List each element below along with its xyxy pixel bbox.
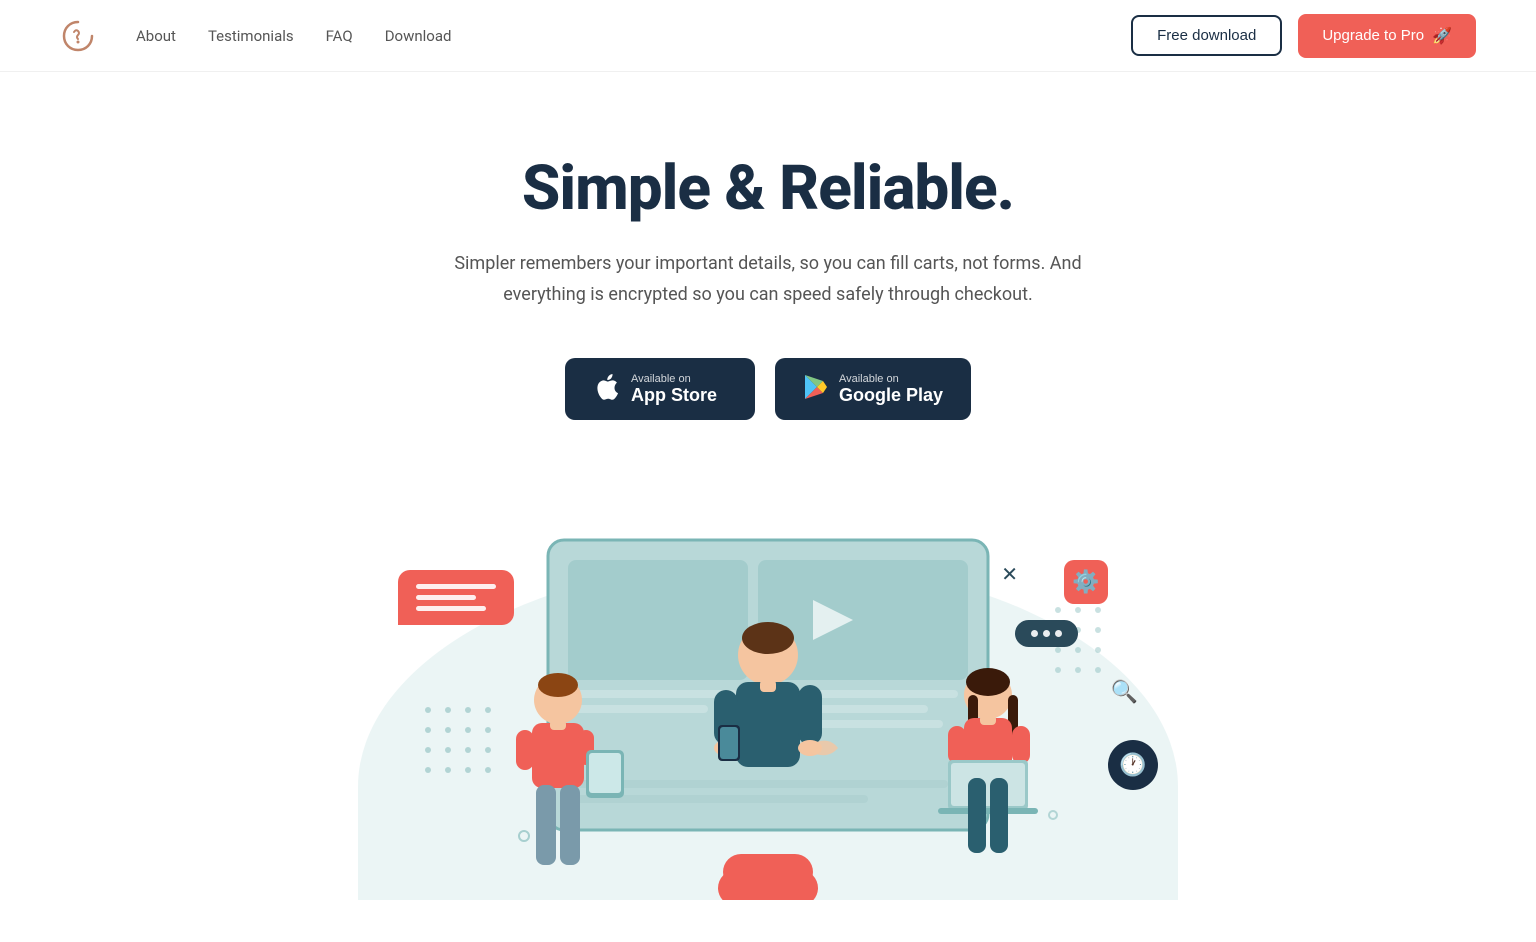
search-icon: 🔍 xyxy=(1111,680,1138,705)
upgrade-button[interactable]: Upgrade to Pro 🚀 xyxy=(1298,14,1476,58)
chat-lines xyxy=(416,584,496,611)
dot-2 xyxy=(1043,630,1050,637)
nav-item-faq[interactable]: FAQ xyxy=(326,26,353,45)
nav-left: About Testimonials FAQ Download xyxy=(60,18,451,54)
nav-item-testimonials[interactable]: Testimonials xyxy=(208,26,294,45)
close-badge: ✕ xyxy=(1001,562,1018,586)
hero-title: Simple & Reliable. xyxy=(20,152,1516,225)
nav-right: Free download Upgrade to Pro 🚀 xyxy=(1131,14,1476,58)
store-buttons: Available on App Store Available on Goog… xyxy=(20,358,1516,420)
app-store-name: App Store xyxy=(631,385,717,406)
rocket-icon: 🚀 xyxy=(1432,26,1452,46)
nav-link-download[interactable]: Download xyxy=(385,27,452,45)
dot-1 xyxy=(1031,630,1038,637)
google-play-available: Available on xyxy=(839,373,943,385)
app-store-available: Available on xyxy=(631,373,717,385)
clock-badge: 🕐 xyxy=(1108,740,1158,790)
navbar: About Testimonials FAQ Download Free dow… xyxy=(0,0,1536,72)
chat-line-3 xyxy=(416,606,486,611)
nav-link-faq[interactable]: FAQ xyxy=(326,27,353,45)
red-bottom-button xyxy=(723,854,813,890)
chat-bubble xyxy=(398,570,514,625)
logo[interactable] xyxy=(60,18,96,54)
google-play-icon xyxy=(803,373,827,405)
app-store-button[interactable]: Available on App Store xyxy=(565,358,755,420)
nav-link-about[interactable]: About xyxy=(136,27,176,45)
apple-icon xyxy=(593,372,619,406)
illustration-section: ⚙️ ✕ 🔍 🕐 xyxy=(0,480,1536,900)
google-play-button[interactable]: Available on Google Play xyxy=(775,358,971,420)
upgrade-label: Upgrade to Pro xyxy=(1322,27,1424,44)
nav-link-testimonials[interactable]: Testimonials xyxy=(208,27,294,45)
illustration-content: ⚙️ ✕ 🔍 🕐 xyxy=(318,520,1218,900)
nav-links: About Testimonials FAQ Download xyxy=(136,26,451,45)
free-download-button[interactable]: Free download xyxy=(1131,15,1282,56)
app-store-text: Available on App Store xyxy=(631,373,717,406)
google-play-text: Available on Google Play xyxy=(839,373,943,406)
chat-line-1 xyxy=(416,584,496,589)
chat-line-2 xyxy=(416,595,476,600)
speech-bubble-dots xyxy=(1015,620,1078,647)
settings-badge: ⚙️ xyxy=(1064,560,1108,604)
google-play-name: Google Play xyxy=(839,385,943,406)
hero-section: Simple & Reliable. Simpler remembers you… xyxy=(0,72,1536,480)
dot-3 xyxy=(1055,630,1062,637)
hero-subtitle: Simpler remembers your important details… xyxy=(428,249,1108,310)
nav-item-about[interactable]: About xyxy=(136,26,176,45)
nav-item-download[interactable]: Download xyxy=(385,26,452,45)
